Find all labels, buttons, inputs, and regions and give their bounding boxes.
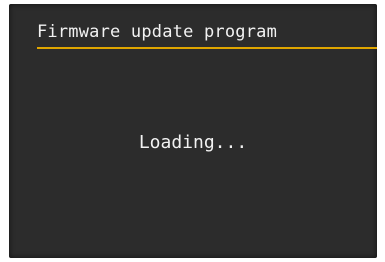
firmware-screen: Firmware update program Loading...	[9, 4, 377, 258]
loading-status: Loading...	[138, 132, 248, 153]
title-underline	[37, 47, 377, 49]
page-title: Firmware update program	[37, 22, 278, 42]
